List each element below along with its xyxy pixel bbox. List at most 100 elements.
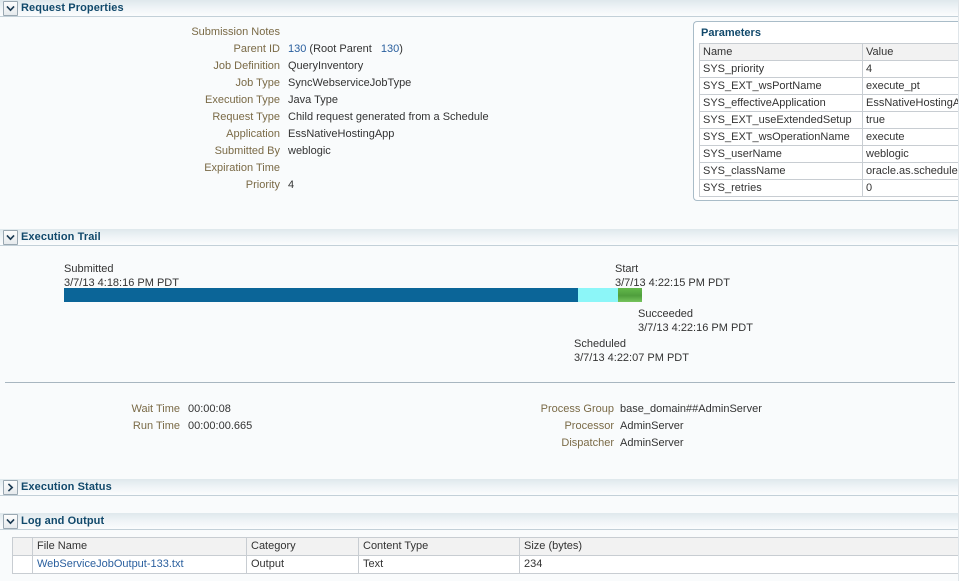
property-value: weblogic <box>288 144 331 159</box>
server-value: AdminServer <box>620 436 684 451</box>
parameter-value: oracle.as.scheduler.j <box>863 163 959 180</box>
section-header-execution-trail[interactable]: Execution Trail <box>0 229 959 246</box>
cell-size: 234 <box>520 556 959 574</box>
parameters-panel-title: Parameters <box>694 22 959 43</box>
section-header-request-properties[interactable]: Request Properties <box>0 0 959 17</box>
table-row[interactable]: SYS_EXT_wsOperationName execute <box>700 129 959 146</box>
timeline-segment-scheduled <box>578 288 618 302</box>
parameter-name: SYS_userName <box>700 146 863 163</box>
parameter-name: SYS_priority <box>700 61 863 78</box>
table-row[interactable]: SYS_userName weblogic <box>700 146 959 163</box>
parameter-name: SYS_EXT_wsPortName <box>700 78 863 95</box>
chevron-right-icon[interactable] <box>3 480 18 495</box>
trail-event-label: Succeeded <box>638 307 753 321</box>
server-row-process-group: Process Group base_domain##AdminServer <box>0 402 959 417</box>
table-row[interactable]: SYS_className oracle.as.scheduler.j <box>700 163 959 180</box>
section-title-execution-trail: Execution Trail <box>21 231 101 243</box>
chevron-down-icon[interactable] <box>3 514 18 529</box>
chevron-down-icon[interactable] <box>3 230 18 245</box>
column-header-name[interactable]: Name <box>700 44 863 61</box>
server-label: Processor <box>564 419 614 434</box>
parameters-panel: Parameters Name Value SYS_priority 4 SYS… <box>693 21 959 201</box>
root-parent-prefix: (Root Parent <box>309 43 371 55</box>
property-label: Priority <box>246 178 280 193</box>
section-title-request-properties: Request Properties <box>21 2 124 14</box>
section-title-log-and-output: Log and Output <box>21 515 104 527</box>
table-row[interactable]: SYS_priority 4 <box>700 61 959 78</box>
property-value: Child request generated from a Schedule <box>288 110 489 125</box>
server-value: base_domain##AdminServer <box>620 402 762 417</box>
column-header-select <box>13 538 33 556</box>
parameter-value: EssNativeHostingApp <box>863 95 959 112</box>
trail-event-timestamp: 3/7/13 4:22:16 PM PDT <box>638 321 753 335</box>
server-row-dispatcher: Dispatcher AdminServer <box>0 436 959 451</box>
column-header-content-type[interactable]: Content Type <box>359 538 520 556</box>
property-value-parent-id: 130 (Root Parent 130) <box>288 42 403 57</box>
trail-event-succeeded: Succeeded 3/7/13 4:22:16 PM PDT <box>638 307 753 335</box>
table-row[interactable]: SYS_EXT_useExtendedSetup true <box>700 112 959 129</box>
property-value: QueryInventory <box>288 59 363 74</box>
property-label: Execution Type <box>205 93 280 108</box>
server-label: Dispatcher <box>561 436 614 451</box>
chevron-down-icon[interactable] <box>3 1 18 16</box>
property-value: Java Type <box>288 93 338 108</box>
table-row[interactable]: SYS_effectiveApplication EssNativeHostin… <box>700 95 959 112</box>
trail-event-label: Submitted <box>64 262 179 276</box>
table-row[interactable]: WebServiceJobOutput-133.txt Output Text … <box>13 556 959 574</box>
parameter-name: SYS_retries <box>700 180 863 197</box>
parameters-table: Name Value SYS_priority 4 SYS_EXT_wsPort… <box>699 43 959 197</box>
parent-id-link[interactable]: 130 <box>288 43 306 55</box>
column-header-size[interactable]: Size (bytes) <box>520 538 959 556</box>
server-value: AdminServer <box>620 419 684 434</box>
trail-event-label: Scheduled <box>574 337 689 351</box>
cell-file-name: WebServiceJobOutput-133.txt <box>33 556 247 574</box>
property-value: SyncWebserviceJobType <box>288 76 411 91</box>
property-label: Job Type <box>236 76 280 91</box>
trail-event-scheduled: Scheduled 3/7/13 4:22:07 PM PDT <box>574 337 689 365</box>
timeline-segment-submitted <box>64 288 578 302</box>
cell-content-type: Text <box>359 556 520 574</box>
log-and-output-table: File Name Category Content Type Size (by… <box>12 537 959 574</box>
column-header-value[interactable]: Value <box>863 44 959 61</box>
parameter-value: execute_pt <box>863 78 959 95</box>
parameter-value: true <box>863 112 959 129</box>
property-label: Expiration Time <box>204 161 280 176</box>
parameters-header-row: Name Value <box>700 44 959 61</box>
table-row[interactable]: SYS_retries 0 <box>700 180 959 197</box>
file-name-link[interactable]: WebServiceJobOutput-133.txt <box>37 558 184 570</box>
section-header-log-and-output[interactable]: Log and Output <box>0 513 959 530</box>
parameter-value: execute <box>863 129 959 146</box>
trail-divider <box>5 382 955 383</box>
cell-category: Output <box>247 556 359 574</box>
parameter-name: SYS_EXT_wsOperationName <box>700 129 863 146</box>
server-row-processor: Processor AdminServer <box>0 419 959 434</box>
parameter-value: 4 <box>863 61 959 78</box>
parameter-name: SYS_className <box>700 163 863 180</box>
root-parent-suffix: ) <box>399 43 403 55</box>
column-header-file-name[interactable]: File Name <box>33 538 247 556</box>
trail-event-timestamp: 3/7/13 4:22:07 PM PDT <box>574 351 689 365</box>
property-value: EssNativeHostingApp <box>288 127 394 142</box>
property-label: Application <box>226 127 280 142</box>
property-label: Parent ID <box>234 42 280 57</box>
property-label: Job Definition <box>213 59 280 74</box>
timeline-segment-running <box>618 288 642 302</box>
parameter-value: weblogic <box>863 146 959 163</box>
log-header-row: File Name Category Content Type Size (by… <box>13 538 959 556</box>
parameter-name: SYS_effectiveApplication <box>700 95 863 112</box>
row-select-cell[interactable] <box>13 556 33 574</box>
server-label: Process Group <box>541 402 614 417</box>
root-parent-link[interactable]: 130 <box>381 43 399 55</box>
section-header-execution-status[interactable]: Execution Status <box>0 479 959 496</box>
parameter-name: SYS_EXT_useExtendedSetup <box>700 112 863 129</box>
trail-event-label: Start <box>615 262 730 276</box>
column-header-category[interactable]: Category <box>247 538 359 556</box>
trail-event-start: Start 3/7/13 4:22:15 PM PDT <box>615 262 730 290</box>
parameter-value: 0 <box>863 180 959 197</box>
section-title-execution-status: Execution Status <box>21 481 112 493</box>
trail-event-submitted: Submitted 3/7/13 4:18:16 PM PDT <box>64 262 179 290</box>
table-row[interactable]: SYS_EXT_wsPortName execute_pt <box>700 78 959 95</box>
property-value: 4 <box>288 178 294 193</box>
property-label: Submission Notes <box>191 25 280 40</box>
property-label: Request Type <box>212 110 280 125</box>
